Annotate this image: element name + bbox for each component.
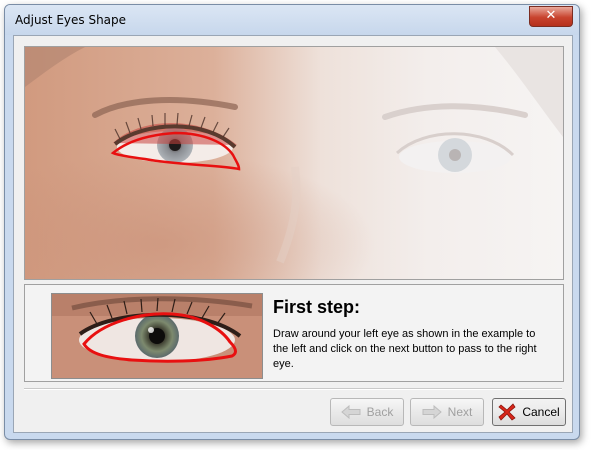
close-icon: ✕: [545, 8, 557, 23]
instructions-panel: First step: Draw around your left eye as…: [24, 284, 564, 382]
window-title: Adjust Eyes Shape: [15, 13, 127, 27]
cancel-button[interactable]: Cancel: [492, 398, 566, 426]
back-button-label: Back: [366, 405, 394, 419]
title-bar[interactable]: Adjust Eyes Shape ✕: [5, 5, 579, 35]
face-photo-canvas[interactable]: [24, 46, 564, 280]
example-eye-thumbnail: [51, 293, 263, 379]
red-x-icon: [498, 403, 516, 421]
arrow-left-icon: [340, 405, 361, 419]
dialog-window: Adjust Eyes Shape ✕ First step: Draw aro…: [4, 4, 580, 440]
example-eye-image: [52, 294, 262, 378]
next-button[interactable]: Next: [410, 398, 484, 426]
back-button[interactable]: Back: [330, 398, 404, 426]
close-button[interactable]: ✕: [529, 6, 573, 27]
dialog-body: First step: Draw around your left eye as…: [13, 35, 573, 433]
face-photo-image: [25, 47, 563, 279]
button-separator: [24, 388, 562, 390]
arrow-right-icon: [422, 405, 442, 419]
step-heading: First step:: [273, 297, 361, 317]
cancel-button-label: Cancel: [522, 405, 560, 419]
step-instructions: Draw around your left eye as shown in th…: [273, 328, 537, 370]
next-button-label: Next: [447, 405, 473, 419]
